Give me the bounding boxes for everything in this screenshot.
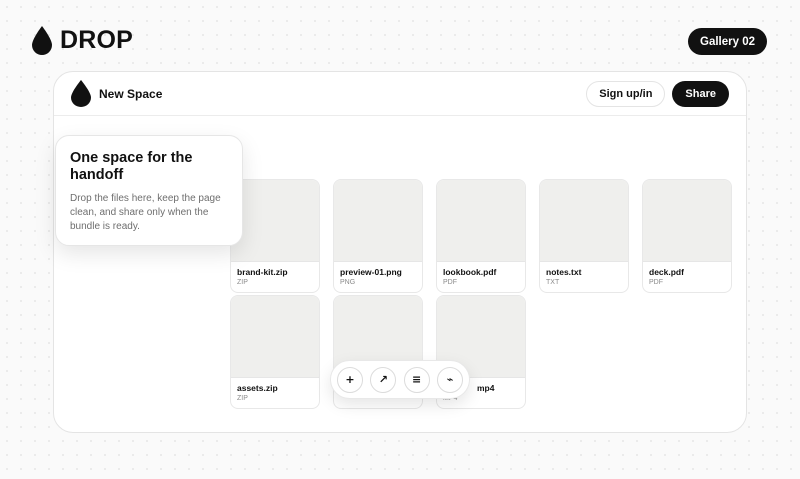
file-thumbnail bbox=[437, 180, 525, 262]
menu-icon: ≡ bbox=[412, 373, 422, 386]
share-button[interactable]: Share bbox=[672, 80, 729, 107]
info-title: One space for the handoff bbox=[70, 150, 193, 183]
drop-icon bbox=[71, 80, 91, 107]
file-meta: deck.pdf PDF bbox=[643, 262, 731, 292]
file-meta: preview-01.png PNG bbox=[334, 262, 422, 292]
info-card: One space for the handoff Drop the files… bbox=[55, 135, 243, 246]
collapse-button[interactable]: ⌁ bbox=[436, 366, 463, 393]
file-name: lookbook.pdf bbox=[443, 267, 497, 277]
space-title: New Space bbox=[99, 86, 163, 101]
file-card[interactable]: brand-kit.zip ZIP bbox=[230, 179, 320, 293]
sign-in-button[interactable]: Sign up/in bbox=[586, 80, 666, 107]
plus-icon: + bbox=[345, 373, 355, 386]
file-meta: brand-kit.zip ZIP bbox=[231, 262, 319, 292]
space-header: New Space Sign up/in Share bbox=[54, 72, 746, 116]
menu-button[interactable]: ≡ bbox=[403, 366, 430, 393]
file-name: deck.pdf bbox=[649, 267, 684, 277]
file-card[interactable]: preview-01.png PNG bbox=[333, 179, 423, 293]
add-file-button[interactable]: + bbox=[337, 366, 363, 393]
file-card[interactable]: assets.zip ZIP bbox=[230, 295, 320, 409]
open-button[interactable]: ↗ bbox=[370, 366, 397, 393]
drop-icon bbox=[32, 26, 52, 55]
file-thumbnail bbox=[334, 180, 422, 262]
floating-toolbar: + ↗ ≡ ⌁ bbox=[330, 360, 470, 399]
info-text: Drop the files here, keep the page clean… bbox=[70, 193, 221, 232]
header-actions: Sign up/in Share bbox=[586, 80, 729, 107]
file-thumbnail bbox=[231, 180, 319, 262]
file-meta: lookbook.pdf PDF bbox=[437, 262, 525, 292]
file-name: assets.zip bbox=[237, 383, 278, 393]
file-name: notes.txt bbox=[546, 267, 582, 277]
file-name: preview-01.png bbox=[340, 267, 402, 277]
file-thumbnail bbox=[643, 180, 731, 262]
file-type: ZIP bbox=[237, 279, 248, 286]
brand-logo[interactable]: DROP bbox=[32, 26, 133, 55]
collapse-icon: ⌁ bbox=[446, 373, 454, 386]
file-type: PNG bbox=[340, 279, 356, 286]
brand-name: DROP bbox=[60, 26, 134, 54]
file-thumbnail bbox=[540, 180, 628, 262]
file-type: ZIP bbox=[237, 395, 248, 402]
file-card[interactable]: deck.pdf PDF bbox=[642, 179, 732, 293]
arrow-up-right-icon: ↗ bbox=[378, 373, 388, 386]
file-name: brand-kit.zip bbox=[237, 267, 288, 277]
file-card[interactable]: notes.txt TXT bbox=[539, 179, 629, 293]
file-meta: assets.zip ZIP bbox=[231, 378, 319, 408]
file-type: TXT bbox=[546, 279, 560, 286]
file-thumbnail bbox=[231, 296, 319, 378]
file-card[interactable]: lookbook.pdf PDF bbox=[436, 179, 526, 293]
file-grid: brand-kit.zip ZIP preview-01.png PNG loo… bbox=[230, 179, 732, 409]
gallery-badge[interactable]: Gallery 02 bbox=[688, 28, 767, 55]
file-type: PDF bbox=[649, 279, 663, 286]
file-meta: notes.txt TXT bbox=[540, 262, 628, 292]
file-type: PDF bbox=[443, 279, 457, 286]
